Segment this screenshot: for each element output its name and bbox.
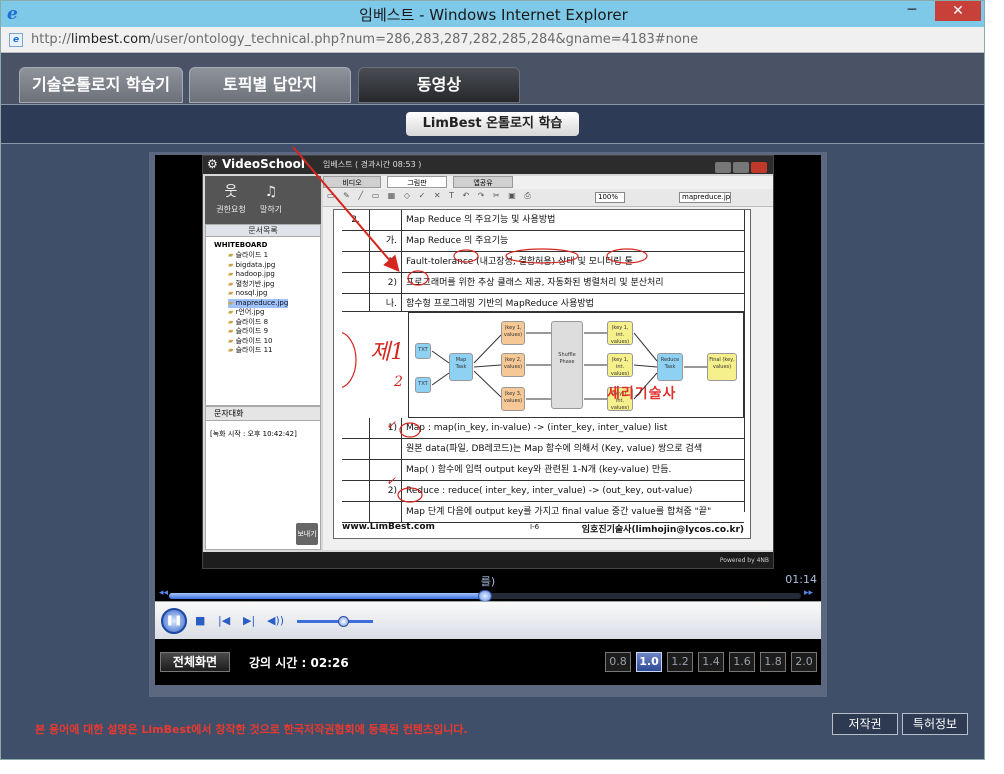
speed-option-1-2[interactable]: 1.2 <box>667 652 693 672</box>
speed-option-1-6[interactable]: 1.6 <box>729 652 755 672</box>
minimize-button[interactable]: ─ <box>897 1 927 21</box>
speed-option-1-0[interactable]: 1.0 <box>636 652 662 672</box>
videoschool-tools: 웃 권한요청 ♫ 말하기 <box>205 176 321 224</box>
page-icon: e <box>9 33 23 47</box>
window-title: 임베스트 - Windows Internet Explorer <box>359 6 628 24</box>
videoschool-window-buttons <box>713 158 773 173</box>
videoschool-app-name: VideoSchool <box>221 157 306 171</box>
speed-option-0-8[interactable]: 0.8 <box>605 652 631 672</box>
videoschool-logo: ⚙ VideoSchool <box>207 157 317 173</box>
videoschool-caption: 임베스트 ( 경과시간 08:53 ) <box>323 160 422 169</box>
stop-button[interactable]: ■ <box>195 613 205 629</box>
tree-item: 혈청기반.jpg <box>228 280 275 289</box>
seek-end-icon[interactable]: ▸▸ <box>804 588 813 598</box>
pause-button[interactable]: ❚❚ <box>161 608 187 634</box>
section-title: LimBest 온톨로지 학습 <box>406 112 579 136</box>
volume-icon[interactable]: ◀)) <box>267 613 284 629</box>
videoschool-titlebar: ⚙ VideoSchool 임베스트 ( 경과시간 08:53 ) <box>203 156 773 174</box>
tree-item: 슬라이드 1 <box>228 251 268 260</box>
user-icon: 웃 <box>224 184 238 200</box>
ink-circles <box>342 248 648 503</box>
videoschool-left-panel: 웃 권한요청 ♫ 말하기 문서목록 WHITEBOARD 슬라이드 1bigd <box>205 176 321 550</box>
speed-option-1-4[interactable]: 1.4 <box>698 652 724 672</box>
volume-slider[interactable] <box>297 616 373 627</box>
player-bottom-bar: 전체화면 강의 시간 : 02:26 0.8 1.0 1.2 1.4 1.6 1.8 2.0 <box>155 639 821 685</box>
chat-panel: 문자대화 [녹화 시작 : 오후 10:42:42] 보내기 <box>205 406 321 550</box>
previous-button[interactable]: |◀ <box>218 613 230 629</box>
tab-video[interactable]: 동영상 <box>358 67 520 103</box>
tree-item: r언어.jpg <box>228 308 265 317</box>
seek-start-icon[interactable]: ◂◂ <box>159 588 168 598</box>
slide-page-number: I-6 <box>530 523 540 531</box>
url-domain: limbest.com <box>70 32 151 47</box>
speak-tool: ♫ 말하기 <box>251 180 291 220</box>
url-path: /user/ontology_technical.php?num=286,283… <box>150 32 699 47</box>
seek-bar[interactable] <box>169 590 801 602</box>
send-button: 보내기 <box>296 523 318 545</box>
microphone-icon: ♫ <box>264 184 278 200</box>
tree-item: nosql.jpg <box>228 289 268 298</box>
tab-bar: 기술온톨로지 학습기 토픽별 답안지 동영상 <box>1 54 984 104</box>
next-button[interactable]: ▶| <box>243 613 255 629</box>
gear-icon: ⚙ <box>207 157 218 171</box>
board-tab-appshare: 앱공유 <box>453 176 513 188</box>
board-file: mapreduce.jpg <box>679 192 731 203</box>
tree-item: 슬라이드 10 <box>228 337 273 346</box>
videoschool-board: 비디오 그림판 앱공유 ▭ ✎ ╱ ▭ ▦ ◇ ✓ ✕ T ↶ ↷ ✂ ▣ ⎙ … <box>323 176 773 550</box>
player-controls: ❚❚ ■ |◀ ▶| ◀)) <box>155 601 821 639</box>
document-tree: 문서목록 WHITEBOARD 슬라이드 1bigdata.jpghadoop.… <box>205 224 321 406</box>
board-zoom: 100% <box>595 192 625 203</box>
tab-ontology-learner[interactable]: 기술온톨로지 학습기 <box>19 67 183 103</box>
video-screen[interactable]: ⚙ VideoSchool 임베스트 ( 경과시간 08:53 ) 웃 권한요청… <box>202 155 774 569</box>
drawing-tools-icons: ▭ ✎ ╱ ▭ ▦ ◇ ✓ ✕ T ↶ ↷ ✂ ▣ ⎙ <box>327 191 534 200</box>
main-content: ⚙ VideoSchool 임베스트 ( 경과시간 08:53 ) 웃 권한요청… <box>1 145 984 705</box>
page-footer: 본 용어에 대한 설명은 LimBest에서 창작한 것으로 한국저작권협회에 … <box>1 705 984 759</box>
tree-item: mapreduce.jpg <box>228 298 289 308</box>
browser-window: e 임베스트 - Windows Internet Explorer ─ ✕ e… <box>0 0 985 760</box>
tree-item: 슬라이드 8 <box>228 318 268 327</box>
chat-header: 문자대화 <box>206 407 320 421</box>
address-bar[interactable]: e http://limbest.com/user/ontology_techn… <box>1 27 984 53</box>
fullscreen-button[interactable]: 전체화면 <box>160 652 230 672</box>
board-toolbar: ▭ ✎ ╱ ▭ ▦ ◇ ✓ ✕ T ↶ ↷ ✂ ▣ ⎙ 100% mapredu… <box>323 189 773 207</box>
tool-label: 말하기 <box>259 205 283 214</box>
slide-footer-site: www.LimBest.com <box>342 522 435 532</box>
tab-topic-answers[interactable]: 토픽별 답안지 <box>189 67 351 103</box>
video-player: ⚙ VideoSchool 임베스트 ( 경과시간 08:53 ) 웃 권한요청… <box>155 155 821 685</box>
board-tab-paint: 그림판 <box>387 176 447 188</box>
total-time: 01:14 <box>785 573 817 586</box>
subtitle-text: 를) <box>480 575 496 588</box>
player-frame: ⚙ VideoSchool 임베스트 ( 경과시간 08:53 ) 웃 권한요청… <box>149 152 827 697</box>
speed-option-2-0[interactable]: 2.0 <box>791 652 817 672</box>
patent-info-button[interactable]: 특허정보 <box>902 713 968 735</box>
close-button[interactable]: ✕ <box>935 1 981 21</box>
board-tab-video: 비디오 <box>323 176 381 188</box>
tree-item: hadoop.jpg <box>228 270 275 279</box>
volume-handle[interactable] <box>337 616 349 627</box>
copyright-notice: 본 용어에 대한 설명은 LimBest에서 창작한 것으로 한국저작권협회에 … <box>35 723 468 736</box>
tree-root: WHITEBOARD <box>214 241 268 249</box>
slide-footer: www.LimBest.com I-6 임호진기술사(limhojin@lyco… <box>334 516 750 538</box>
seek-bar-fill <box>169 593 485 599</box>
speed-option-1-8[interactable]: 1.8 <box>760 652 786 672</box>
powered-by: Powered by 4NB <box>203 552 773 568</box>
slide-footer-author: 임호진기술사(limhojin@lycos.co.kr) <box>581 525 744 535</box>
tool-label: 권한요청 <box>216 205 246 214</box>
url-prefix: http:// <box>31 32 71 47</box>
title-bar: e 임베스트 - Windows Internet Explorer ─ ✕ <box>1 1 984 27</box>
document-tree-header: 문서목록 <box>206 225 320 237</box>
lecture-time: 강의 시간 : 02:26 <box>249 656 349 670</box>
address-url[interactable]: http://limbest.com/user/ontology_technic… <box>31 32 698 47</box>
chat-line: [녹화 시작 : 오후 10:42:42] <box>210 430 297 438</box>
copyright-button[interactable]: 저작권 <box>832 713 898 735</box>
tree-item: 슬라이드 11 <box>228 346 273 355</box>
request-permission-tool: 웃 권한요청 <box>211 180 251 220</box>
sub-header: LimBest 온톨로지 학습 <box>1 104 984 144</box>
tree-item: 슬라이드 9 <box>228 327 268 336</box>
tree-item: bigdata.jpg <box>228 261 276 270</box>
lecture-slide: 2. Map Reduce 의 주요기능 및 사용방법 가. Map Reduce 의… <box>333 209 751 539</box>
board-tabs: 비디오 그림판 앱공유 <box>323 176 773 188</box>
